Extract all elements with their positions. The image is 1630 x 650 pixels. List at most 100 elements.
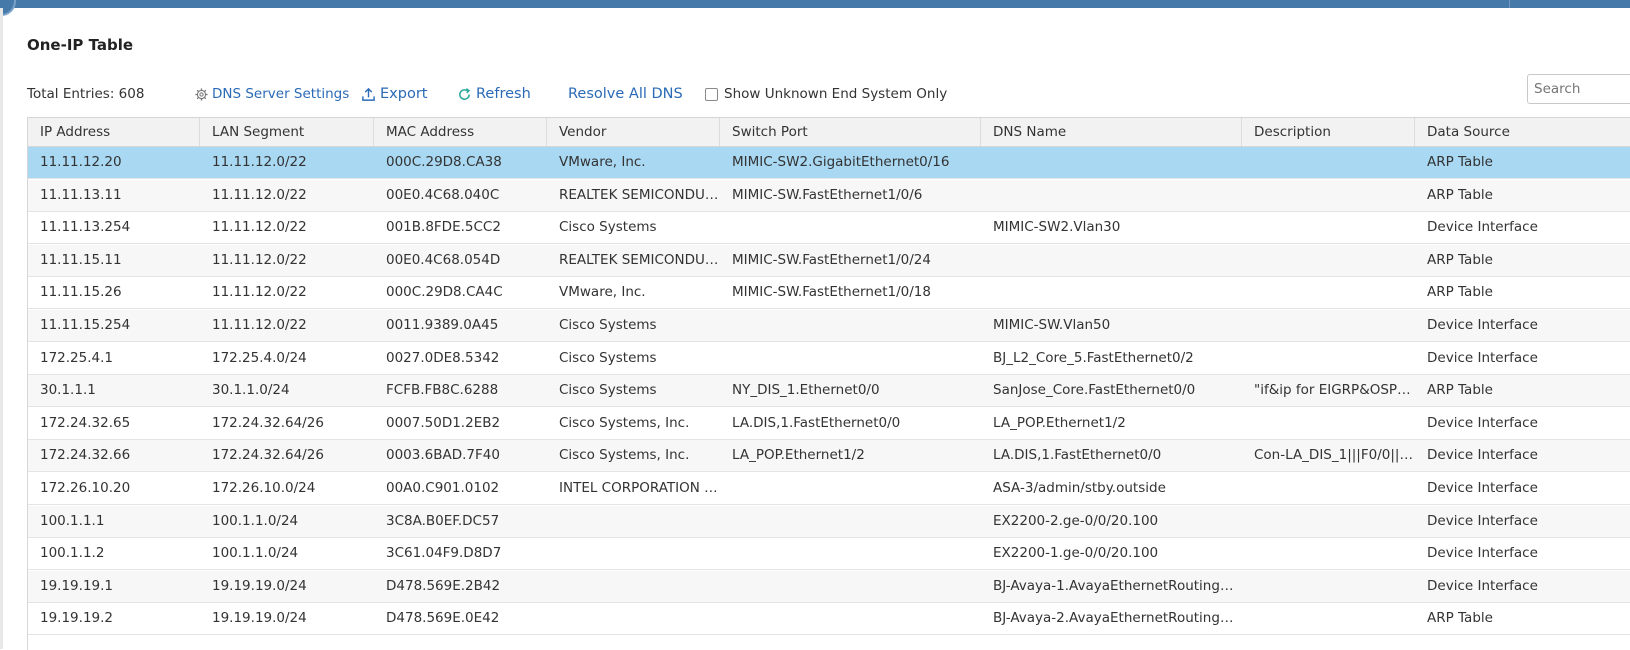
description-cell	[1242, 408, 1415, 439]
ip-address-cell: 19.19.19.2	[40, 610, 113, 626]
one-ip-table: IP Address LAN Segment MAC Address Vendo…	[27, 117, 1630, 650]
mac-address-cell: 00E0.4C68.054D	[386, 252, 501, 268]
data-source-cell: ARP Table	[1427, 284, 1493, 300]
table-row[interactable]: 11.11.15.26 11.11.12.0/22 000C.29D8.CA4C VM…	[28, 277, 1630, 309]
table-row[interactable]: 11.11.12.20 11.11.12.0/22 000C.29D8.CA38 VM…	[28, 147, 1630, 179]
data-source-cell: Device Interface	[1427, 317, 1538, 333]
data-source-cell: ARP Table	[1427, 154, 1493, 170]
table-header: IP Address LAN Segment MAC Address Vendo…	[28, 118, 1630, 147]
table-row[interactable]: 11.11.13.254 11.11.12.0/22 001B.8FDE.5CC2 C…	[28, 212, 1630, 244]
dns-name-cell	[981, 180, 1242, 211]
search-input[interactable]	[1527, 74, 1630, 104]
dns-name-cell: EX2200-2.ge-0/0/20.100	[993, 513, 1159, 529]
dns-name-cell: ASA-3/admin/stby.outside	[993, 480, 1166, 496]
mac-address-cell: 00A0.C901.0102	[386, 480, 500, 496]
switch-port-cell	[720, 571, 981, 602]
column-header-mac-address[interactable]: MAC Address	[374, 118, 547, 146]
table-row[interactable]: 19.19.19.1 19.19.19.0/24 D478.569E.2B42 BJ-…	[28, 571, 1630, 603]
dns-server-settings-label: DNS Server Settings	[212, 86, 350, 102]
lan-segment-cell: 11.11.12.0/22	[212, 317, 307, 333]
table-row[interactable]: 172.24.32.66 172.24.32.64/26 0003.6BAD.7F4…	[28, 440, 1630, 472]
table-row[interactable]: 172.26.10.20 172.26.10.0/24 00A0.C901.0102…	[28, 473, 1630, 505]
mac-address-cell: 3C8A.B0EF.DC57	[386, 513, 500, 529]
column-header-ip-address[interactable]: IP Address	[28, 118, 200, 146]
table-row[interactable]: 30.1.1.1 30.1.1.0/24 FCFB.FB8C.6288 Cisco S…	[28, 375, 1630, 407]
dns-name-cell	[981, 147, 1242, 178]
lan-segment-cell: 172.26.10.0/24	[212, 480, 316, 496]
description-cell	[1242, 603, 1415, 634]
resolve-all-dns-button[interactable]: Resolve All DNS	[568, 82, 683, 106]
table-row[interactable]: 172.25.4.1 172.25.4.0/24 0027.0DE8.5342 Cis…	[28, 343, 1630, 375]
description-cell: Con-LA_DIS_1|||F0/0|||…	[1254, 447, 1415, 463]
table-row[interactable]: 11.11.15.11 11.11.12.0/22 00E0.4C68.054D RE…	[28, 245, 1630, 277]
description-cell	[1242, 343, 1415, 374]
ip-address-cell: 11.11.12.20	[40, 154, 122, 170]
vendor-cell: VMware, Inc.	[559, 154, 646, 170]
switch-port-cell: MIMIC-SW.FastEthernet1/0/6	[732, 187, 923, 203]
lan-segment-cell: 172.25.4.0/24	[212, 350, 307, 366]
ip-address-cell: 11.11.13.254	[40, 219, 131, 235]
switch-port-cell	[720, 538, 981, 569]
vendor-cell: REALTEK SEMICONDUCT…	[559, 187, 720, 203]
vendor-cell: REALTEK SEMICONDUCT…	[559, 252, 720, 268]
table-row[interactable]: 19.19.19.2 19.19.19.0/24 D478.569E.0E42 BJ-…	[28, 603, 1630, 635]
ip-address-cell: 30.1.1.1	[40, 382, 96, 398]
show-unknown-checkbox[interactable]	[705, 87, 718, 101]
show-unknown-toggle[interactable]: Show Unknown End System Only	[705, 82, 947, 106]
ip-address-cell: 172.25.4.1	[40, 350, 113, 366]
dns-server-settings-button[interactable]: DNS Server Settings	[195, 82, 349, 106]
table-row[interactable]: 172.24.32.65 172.24.32.64/26 0007.50D1.2EB…	[28, 408, 1630, 440]
mac-address-cell: 000C.29D8.CA38	[386, 154, 502, 170]
switch-port-cell	[720, 506, 981, 537]
export-label: Export	[380, 86, 428, 102]
lan-segment-cell: 100.1.1.0/24	[212, 545, 299, 561]
ip-address-cell: 11.11.15.26	[40, 284, 122, 300]
lan-segment-cell: 172.24.32.64/26	[212, 415, 324, 431]
table-row[interactable]: 11.11.13.11 11.11.12.0/22 00E0.4C68.040C RE…	[28, 180, 1630, 212]
switch-port-cell	[720, 473, 981, 504]
data-source-cell: Device Interface	[1427, 545, 1538, 561]
mac-address-cell: 00E0.4C68.040C	[386, 187, 500, 203]
switch-port-cell	[720, 212, 981, 243]
data-source-cell: Device Interface	[1427, 350, 1538, 366]
ip-address-cell: 11.11.13.11	[40, 187, 122, 203]
lan-segment-cell: 100.1.1.0/24	[212, 513, 299, 529]
data-source-cell: Device Interface	[1427, 219, 1538, 235]
vendor-cell: Cisco Systems, Inc.	[559, 415, 690, 431]
data-source-cell: Device Interface	[1427, 578, 1538, 594]
lan-segment-cell: 19.19.19.0/24	[212, 610, 307, 626]
data-source-cell: ARP Table	[1427, 252, 1493, 268]
vendor-cell: Cisco Systems	[559, 382, 657, 398]
column-header-switch-port[interactable]: Switch Port	[720, 118, 981, 146]
lan-segment-cell: 11.11.12.0/22	[212, 284, 307, 300]
ip-address-cell: 100.1.1.1	[40, 513, 105, 529]
data-source-cell: Device Interface	[1427, 447, 1538, 463]
lan-segment-cell: 11.11.12.0/22	[212, 154, 307, 170]
table-row[interactable]: 100.1.1.1 100.1.1.0/24 3C8A.B0EF.DC57 EX220…	[28, 506, 1630, 538]
switch-port-cell: MIMIC-SW.FastEthernet1/0/24	[732, 252, 931, 268]
refresh-button[interactable]: Refresh	[457, 82, 531, 106]
export-button[interactable]: Export	[361, 82, 427, 106]
column-header-dns-name[interactable]: DNS Name	[981, 118, 1242, 146]
table-row[interactable]: 11.11.15.254 11.11.12.0/22 0011.9389.0A45 C…	[28, 310, 1630, 342]
vendor-cell: Cisco Systems	[559, 350, 657, 366]
dns-name-cell	[981, 245, 1242, 276]
lan-segment-cell: 19.19.19.0/24	[212, 578, 307, 594]
column-header-description[interactable]: Description	[1242, 118, 1415, 146]
refresh-label: Refresh	[476, 86, 531, 102]
data-source-cell: Device Interface	[1427, 513, 1538, 529]
description-cell: "if&ip for EIGRP&OSPF0.…	[1254, 382, 1415, 398]
switch-port-cell: NY_DIS_1.Ethernet0/0	[732, 382, 880, 398]
column-header-lan-segment[interactable]: LAN Segment	[200, 118, 374, 146]
ip-address-cell: 172.26.10.20	[40, 480, 131, 496]
dns-name-cell: LA_POP.Ethernet1/2	[993, 415, 1126, 431]
mac-address-cell: D478.569E.2B42	[386, 578, 501, 594]
column-header-data-source[interactable]: Data Source	[1415, 118, 1630, 146]
vendor-cell: INTEL CORPORATION - H…	[559, 480, 720, 496]
column-header-vendor[interactable]: Vendor	[547, 118, 720, 146]
banner-divider	[1509, 0, 1510, 8]
vendor-cell: Cisco Systems	[559, 219, 657, 235]
table-row[interactable]: 100.1.1.2 100.1.1.0/24 3C61.04F9.D8D7 EX220…	[28, 538, 1630, 570]
switch-port-cell: MIMIC-SW.FastEthernet1/0/18	[732, 284, 931, 300]
toolbar: Total Entries: 608 DNS Server Settings E…	[27, 82, 1630, 106]
